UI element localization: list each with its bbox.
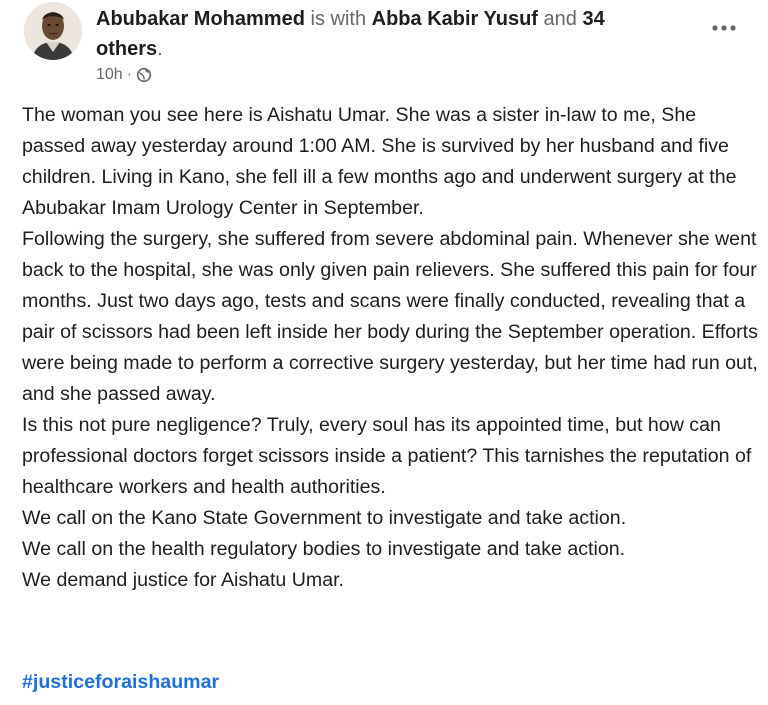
post-paragraph: The woman you see here is Aishatu Umar. … [22, 104, 737, 219]
post-paragraph: Is this not pure negligence? Truly, ever… [22, 414, 752, 498]
more-horizontal-icon [712, 25, 736, 31]
post-header: Abubakar Mohammed is with Abba Kabir Yus… [0, 0, 768, 95]
author-line: Abubakar Mohammed is with Abba Kabir Yus… [96, 4, 656, 64]
sentence-period: . [157, 38, 163, 60]
more-options-button[interactable] [706, 14, 742, 42]
globe-icon[interactable] [136, 67, 152, 83]
hashtag-link[interactable]: #justiceforaishaumar [22, 667, 219, 698]
tagged-person[interactable]: Abba Kabir Yusuf [372, 8, 538, 30]
author-avatar[interactable] [24, 2, 82, 60]
post-text: The woman you see here is Aishatu Umar. … [22, 100, 762, 596]
post-meta: 10h · [96, 64, 152, 86]
with-text: is with [310, 8, 367, 30]
post-paragraph: We demand justice for Aishatu Umar. [22, 569, 344, 591]
post-paragraph: Following the surgery, she suffered from… [22, 228, 758, 405]
avatar-image [24, 2, 82, 60]
post-paragraph: We call on the Kano State Government to … [22, 507, 627, 529]
and-text: and [543, 8, 577, 30]
meta-separator: · [126, 66, 133, 83]
post-paragraph: We call on the health regulatory bodies … [22, 538, 626, 560]
author-name[interactable]: Abubakar Mohammed [96, 8, 305, 30]
post-time[interactable]: 10h [96, 64, 123, 86]
